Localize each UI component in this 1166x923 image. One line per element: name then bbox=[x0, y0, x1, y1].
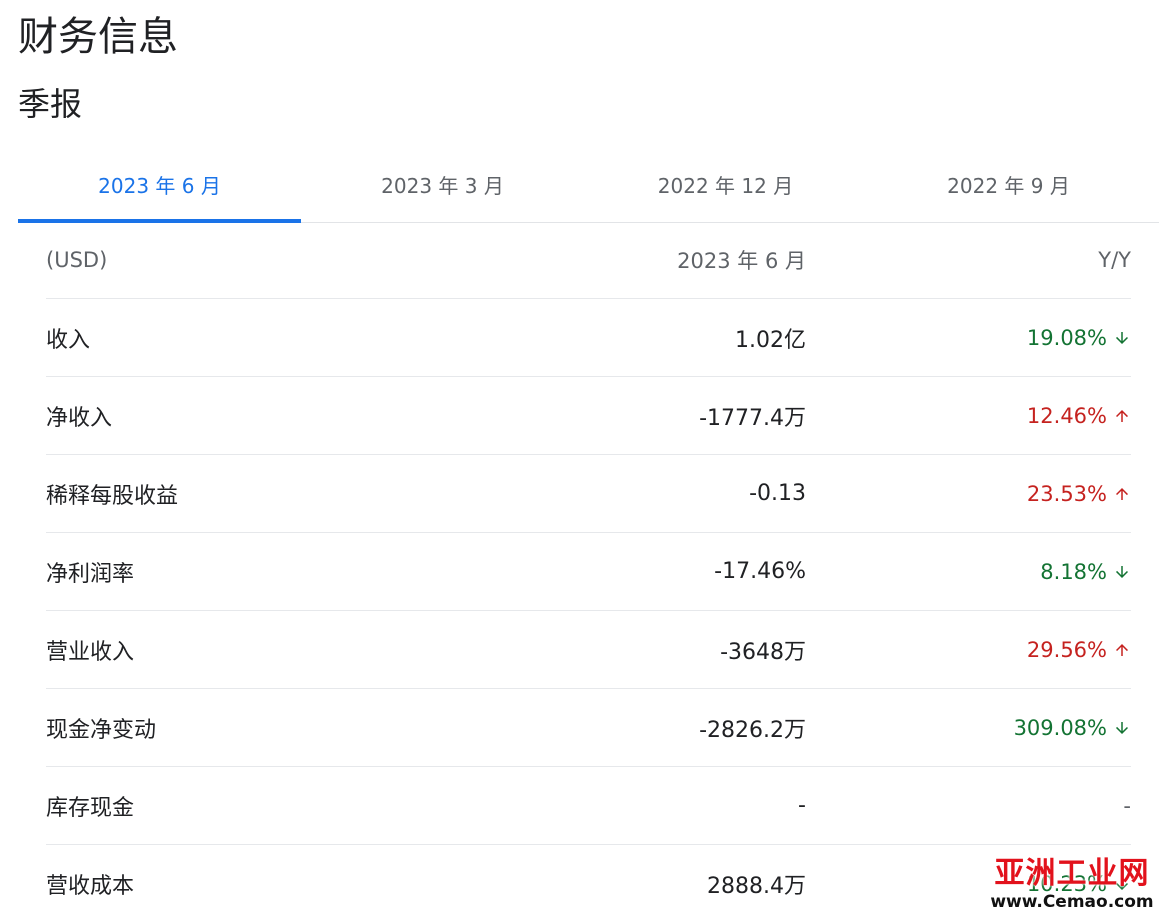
currency-header: (USD) bbox=[46, 248, 108, 272]
page-title: 财务信息 bbox=[18, 14, 178, 60]
row-label: 净收入 bbox=[46, 405, 113, 431]
yy-header-label: Y/Y bbox=[1098, 248, 1131, 272]
row-yy-change: 29.56% bbox=[806, 638, 1131, 662]
row-yy-change: 12.46% bbox=[806, 404, 1131, 428]
row-yy-change: - bbox=[806, 794, 1131, 818]
row-yy-change: 309.08% bbox=[806, 716, 1131, 740]
yy-percent: 12.46% bbox=[1026, 403, 1107, 428]
row-label: 稀释每股收益 bbox=[46, 483, 179, 509]
row-label: 净利润率 bbox=[46, 561, 135, 587]
table-row: 营业收入 -3648万 29.56% bbox=[46, 611, 1131, 689]
yy-percent: 23.53% bbox=[1026, 481, 1107, 506]
row-value: 2888.4万 bbox=[707, 874, 806, 899]
row-value: - bbox=[798, 793, 806, 818]
yy-percent: 29.56% bbox=[1026, 637, 1107, 662]
yy-percent: 10.23% bbox=[1026, 872, 1107, 896]
tab-2022-09[interactable]: 2022 年 9 月 bbox=[867, 146, 1150, 222]
row-value: -1777.4万 bbox=[699, 405, 806, 431]
table-row: 库存现金 - - bbox=[46, 767, 1131, 845]
arrow-down-icon bbox=[1116, 565, 1128, 578]
table-row: 稀释每股收益 -0.13 23.53% bbox=[46, 455, 1131, 533]
row-value: 1.02亿 bbox=[735, 327, 806, 353]
arrow-up-icon bbox=[1116, 409, 1128, 422]
arrow-up-icon bbox=[1116, 643, 1128, 656]
table-body: 收入 1.02亿 19.08% 净收入 -1777.4万 12.46% 稀释每股收益 -0.1… bbox=[46, 299, 1131, 923]
row-label: 现金净变动 bbox=[46, 717, 157, 743]
table-row: 收入 1.02亿 19.08% bbox=[46, 299, 1131, 377]
yy-percent: - bbox=[1123, 793, 1131, 818]
arrow-down-icon bbox=[1116, 331, 1128, 344]
arrow-up-icon bbox=[1116, 487, 1128, 500]
row-label: 营收成本 bbox=[46, 874, 135, 899]
tab-2023-03[interactable]: 2023 年 3 月 bbox=[301, 146, 584, 222]
table-header-row: (USD) 2023 年 6 月 Y/Y bbox=[46, 222, 1131, 299]
row-label: 营业收入 bbox=[46, 639, 135, 665]
row-yy-change: 19.08% bbox=[806, 326, 1131, 350]
section-title: 季报 bbox=[18, 85, 83, 123]
table-row: 现金净变动 -2826.2万 309.08% bbox=[46, 689, 1131, 767]
table-row: 营收成本 2888.4万 10.23% bbox=[46, 845, 1131, 923]
row-yy-change: 10.23% bbox=[806, 872, 1131, 896]
period-header: 2023 年 6 月 bbox=[677, 249, 806, 273]
arrow-down-icon bbox=[1116, 721, 1128, 734]
yy-percent: 309.08% bbox=[1013, 715, 1107, 740]
yy-percent: 8.18% bbox=[1040, 559, 1107, 584]
arrow-down-icon bbox=[1116, 878, 1128, 890]
row-yy-change: 23.53% bbox=[806, 482, 1131, 506]
yy-header: Y/Y bbox=[806, 248, 1131, 272]
financial-table: (USD) 2023 年 6 月 Y/Y 收入 1.02亿 19.08% 净收入 -17… bbox=[46, 222, 1131, 923]
row-label: 收入 bbox=[46, 327, 91, 353]
row-yy-change: 8.18% bbox=[806, 560, 1131, 584]
table-row: 净收入 -1777.4万 12.46% bbox=[46, 377, 1131, 455]
tab-2022-12[interactable]: 2022 年 12 月 bbox=[584, 146, 867, 222]
row-label: 库存现金 bbox=[46, 795, 135, 821]
row-value: -3648万 bbox=[720, 639, 806, 665]
row-value: -2826.2万 bbox=[699, 717, 806, 743]
yy-percent: 19.08% bbox=[1026, 325, 1107, 350]
row-value: -0.13 bbox=[749, 481, 806, 506]
tab-2023-06[interactable]: 2023 年 6 月 bbox=[18, 146, 301, 223]
table-row: 净利润率 -17.46% 8.18% bbox=[46, 533, 1131, 611]
period-tabs: 2023 年 6 月 2023 年 3 月 2022 年 12 月 2022 年… bbox=[18, 146, 1159, 223]
row-value: -17.46% bbox=[714, 559, 806, 584]
